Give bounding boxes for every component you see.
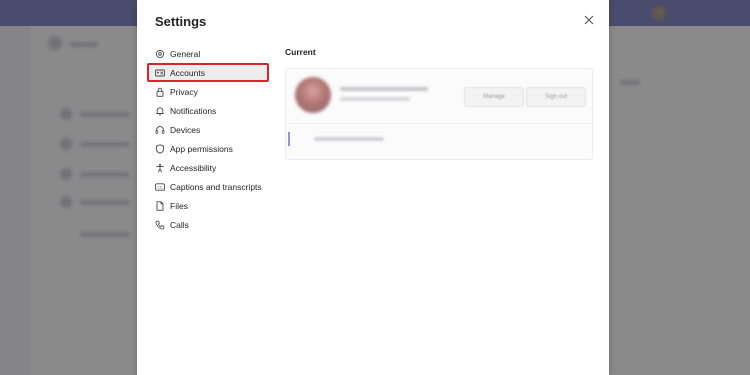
nav-item-app-permissions[interactable]: App permissions [151,139,271,158]
nav-item-accessibility[interactable]: Accessibility [151,158,271,177]
account-card: Manage Sign out [285,68,593,160]
section-title: Current [285,47,316,57]
headset-icon [155,125,165,135]
file-icon [155,200,165,211]
nav-item-label: General [170,48,201,59]
nav-item-devices[interactable]: Devices [151,120,271,139]
account-email-blurred [340,97,410,101]
nav-item-label: Calls [170,219,189,230]
sign-out-button[interactable]: Sign out [526,87,586,107]
nav-item-accounts[interactable]: Accounts [147,63,269,82]
close-button[interactable] [581,12,597,28]
status-text-blurred [314,137,384,141]
close-icon [584,15,594,25]
nav-item-label: Captions and transcripts [170,181,262,192]
nav-item-files[interactable]: Files [151,196,271,215]
cc-icon: CC [155,182,165,192]
nav-item-label: Devices [170,124,201,135]
account-name-blurred [340,87,428,91]
dialog-title: Settings [155,14,207,29]
svg-text:CC: CC [157,185,163,189]
nav-item-calls[interactable]: Calls [151,215,271,234]
avatar [295,77,331,113]
settings-nav: General Accounts Privacy Notifications D… [147,44,271,234]
nav-item-label: App permissions [170,143,233,154]
shield-icon [155,143,165,154]
gear-icon [155,49,165,59]
nav-item-notifications[interactable]: Notifications [151,101,271,120]
card-divider [286,123,592,124]
accessibility-icon [155,163,165,173]
nav-item-label: Accessibility [170,162,217,173]
nav-item-privacy[interactable]: Privacy [151,82,271,101]
nav-item-label: Accounts [170,67,205,78]
bell-icon [155,106,165,116]
nav-item-label: Privacy [170,86,198,97]
lock-icon [155,87,165,97]
id-card-icon [155,68,165,78]
status-accent [288,132,290,146]
nav-item-label: Notifications [170,105,217,116]
phone-icon [155,220,165,230]
nav-item-general[interactable]: General [151,44,271,63]
nav-item-label: Files [170,200,188,211]
nav-item-captions[interactable]: CC Captions and transcripts [151,177,271,196]
settings-dialog: Settings General Accounts Privacy Notifi… [137,0,609,375]
manage-button[interactable]: Manage [464,87,524,107]
